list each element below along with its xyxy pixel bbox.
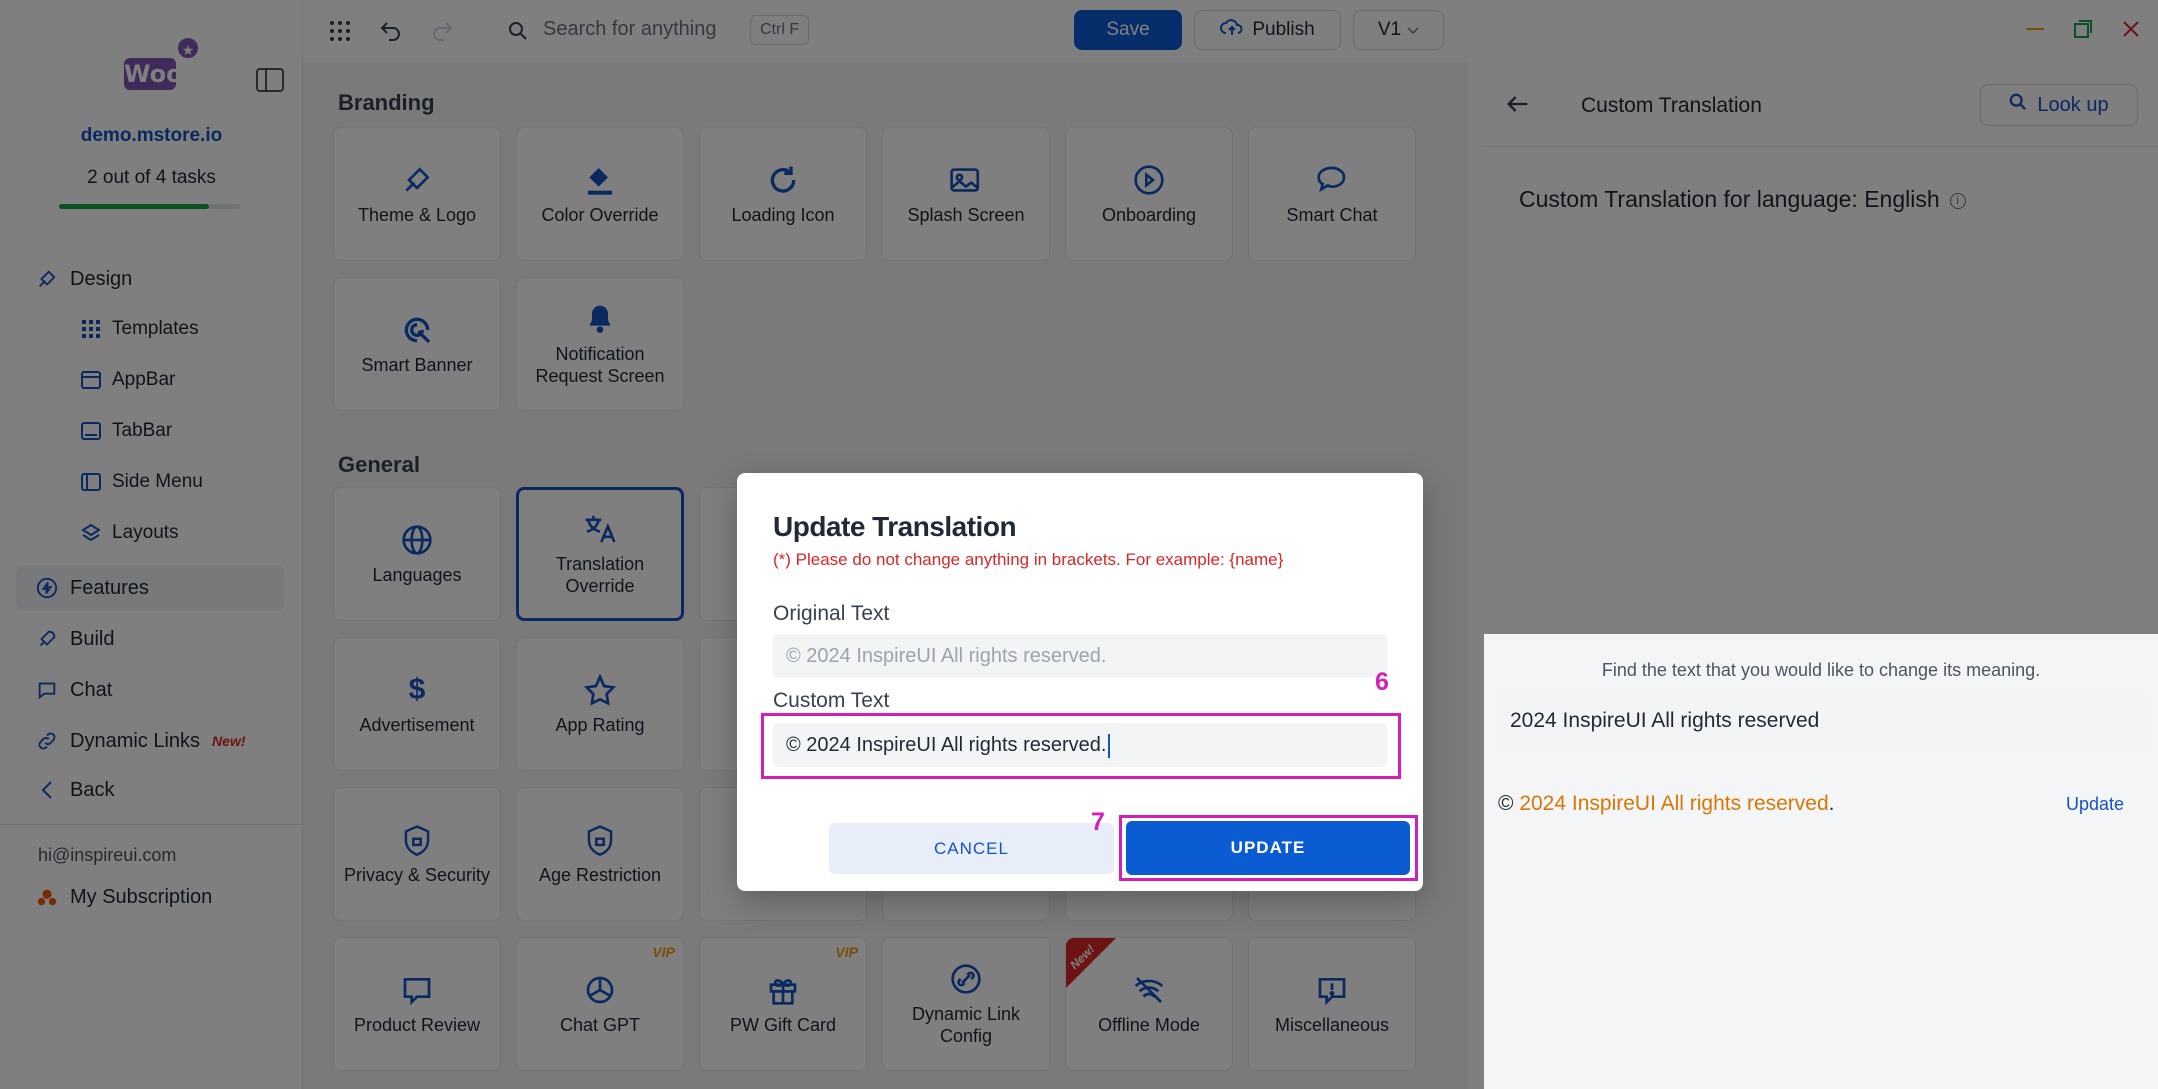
annotation-6: 6	[1375, 668, 1389, 696]
translation-result: © 2024 InspireUI All rights reserved.	[1498, 792, 1835, 816]
modal-title: Update Translation	[773, 511, 1017, 542]
result-prefix: ©	[1498, 792, 1514, 815]
result-suffix: .	[1828, 792, 1835, 815]
annotation-7: 7	[1091, 808, 1105, 836]
highlight-update-button	[1119, 815, 1418, 881]
result-highlight: 2024 InspireUI All rights reserved	[1519, 792, 1829, 815]
highlight-custom-text	[761, 713, 1401, 779]
original-text-field: © 2024 InspireUI All rights reserved.	[773, 634, 1387, 678]
custom-text-label: Custom Text	[773, 689, 890, 712]
cancel-button[interactable]: CANCEL	[829, 823, 1114, 874]
original-text-label: Original Text	[773, 602, 890, 625]
translation-search-input[interactable]: 2024 InspireUI All rights reserved	[1492, 690, 2150, 752]
find-hint: Find the text that you would like to cha…	[1601, 660, 2041, 680]
result-update-link[interactable]: Update	[2066, 794, 2124, 815]
modal-warning: (*) Please do not change anything in bra…	[773, 550, 1284, 569]
translation-search-area: Find the text that you would like to cha…	[1484, 634, 2158, 1089]
